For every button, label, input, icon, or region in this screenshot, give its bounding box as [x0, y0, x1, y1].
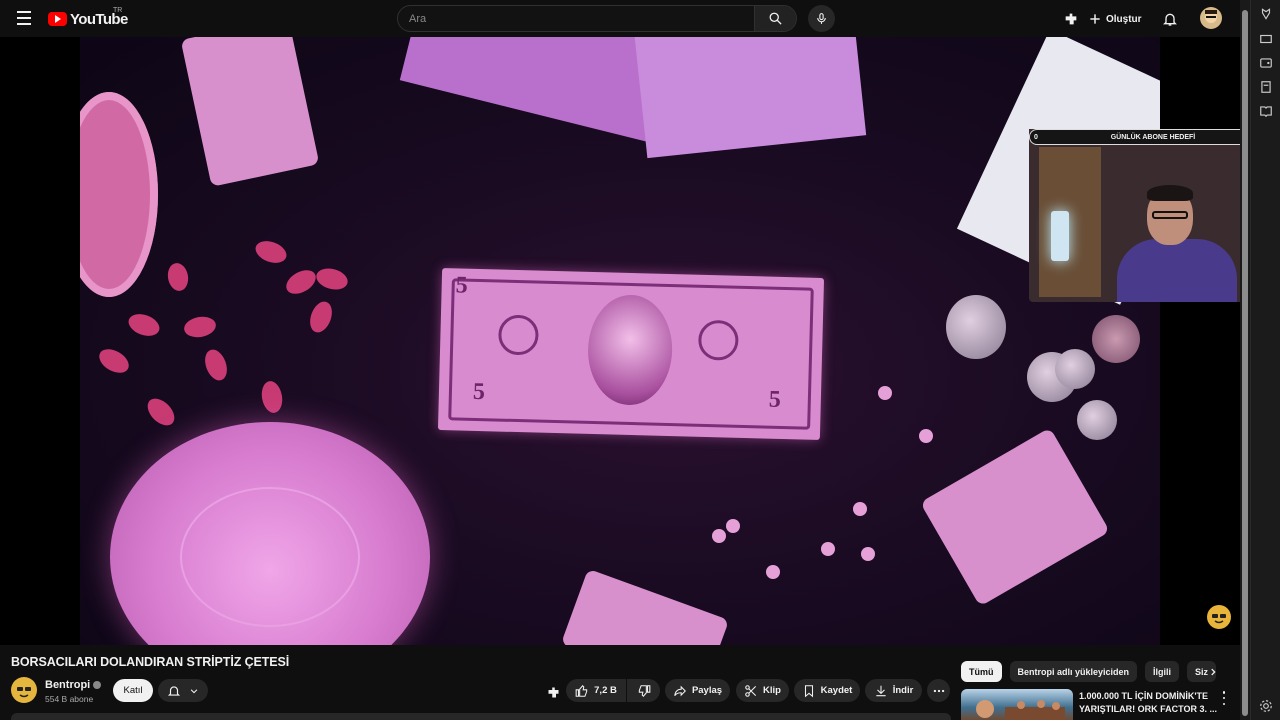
peanut-bowl [80, 92, 158, 297]
video-frame: 5 5 5 [80, 37, 1160, 645]
subscriber-count: 554 B abone [45, 694, 94, 704]
video-info: BORSACILARI DOLANDIRAN STRİPTİZ ÇETESİ B… [0, 645, 1240, 720]
recommendation-menu-icon[interactable] [1219, 691, 1229, 705]
video-title: BORSACILARI DOLANDIRAN STRİPTİZ ÇETESİ [11, 655, 290, 669]
verified-icon [93, 681, 102, 690]
lincoln-portrait [586, 293, 674, 407]
save-button[interactable]: Kaydet [794, 679, 860, 702]
scissors-icon [745, 684, 757, 697]
wallet-icon[interactable] [1259, 56, 1273, 70]
streamer [1117, 185, 1237, 302]
page-scrollbar[interactable] [1240, 0, 1250, 720]
chip-scroll-right-icon[interactable] [1205, 663, 1221, 681]
goal-title: GÜNLÜK ABONE HEDEFİ [1110, 133, 1196, 141]
extension-icon[interactable] [1259, 7, 1273, 21]
recommendation-filter-chips: Tümü Bentropi adlı yükleyiciden İlgili S… [961, 661, 1216, 682]
channel-avatar[interactable] [11, 677, 37, 703]
thumbs-down-icon [638, 684, 650, 697]
settings-gear-icon[interactable] [1259, 699, 1273, 713]
notifications-icon[interactable] [1160, 9, 1180, 29]
notes-icon[interactable] [1259, 80, 1273, 94]
subscription-bell-button[interactable] [158, 679, 208, 702]
chip-related[interactable]: İlgili [1145, 661, 1180, 682]
thumbs-up-icon [575, 684, 588, 697]
dislike-button[interactable] [627, 679, 660, 702]
like-button[interactable]: 7,2 B [566, 679, 626, 702]
microphone-icon [817, 13, 826, 24]
share-icon [674, 685, 686, 696]
search-icon [769, 12, 782, 25]
save-label: Kaydet [820, 685, 853, 696]
like-count: 7,2 B [594, 685, 617, 696]
channel-name[interactable]: Bentropi [45, 679, 102, 691]
five-dollar-bill: 5 5 5 [437, 268, 825, 440]
menu-icon[interactable] [12, 6, 36, 30]
goal-current: 0 [1034, 133, 1038, 141]
country-code: TR [113, 7, 123, 14]
voice-search-button[interactable] [808, 5, 835, 32]
clip-label: Klip [763, 685, 781, 696]
download-label: İndir [892, 685, 914, 696]
create-button[interactable]: Oluştur [1088, 8, 1142, 30]
clip-button[interactable]: Klip [736, 679, 789, 702]
search-box [397, 5, 797, 32]
download-button[interactable]: İndir [865, 679, 922, 702]
lamp [1051, 211, 1069, 261]
plate [110, 422, 430, 645]
join-button[interactable]: Katıl [113, 679, 153, 702]
youtube-play-icon [48, 12, 67, 26]
create-label: Oluştur [1106, 13, 1142, 25]
reading-list-icon[interactable] [1259, 104, 1273, 118]
bookmark-icon [804, 684, 813, 697]
channel-watermark[interactable] [1207, 605, 1231, 629]
recommendation-title[interactable]: 1.000.000 TL İÇİN DOMİNİK'TE YARIŞTILAR!… [1079, 690, 1219, 716]
chevron-down-icon [190, 688, 198, 693]
more-actions-button[interactable] [927, 679, 950, 702]
youtube-logo[interactable]: YouTube TR [48, 7, 128, 29]
bell-icon [167, 685, 181, 696]
more-horizontal-icon [933, 689, 944, 692]
description-box[interactable] [11, 713, 951, 720]
scrollbar-thumb[interactable] [1242, 10, 1248, 716]
recommendation-thumbnail[interactable] [961, 689, 1073, 720]
search-button[interactable] [754, 6, 796, 31]
chip-from-uploader[interactable]: Bentropi adlı yükleyiciden [1009, 661, 1138, 682]
extension-icon[interactable] [1061, 9, 1081, 29]
browser-side-panel [1250, 0, 1280, 720]
share-label: Paylaş [691, 685, 723, 696]
account-avatar[interactable] [1200, 7, 1222, 29]
chip-all[interactable]: Tümü [961, 661, 1002, 682]
share-button[interactable]: Paylaş [665, 679, 730, 702]
search-input[interactable] [398, 6, 754, 31]
plus-icon [1090, 14, 1100, 24]
download-icon [876, 685, 886, 696]
tab-icon[interactable] [1259, 32, 1273, 46]
extension-action-icon[interactable] [543, 682, 563, 702]
masthead: YouTube TR Oluştur [0, 0, 1240, 37]
